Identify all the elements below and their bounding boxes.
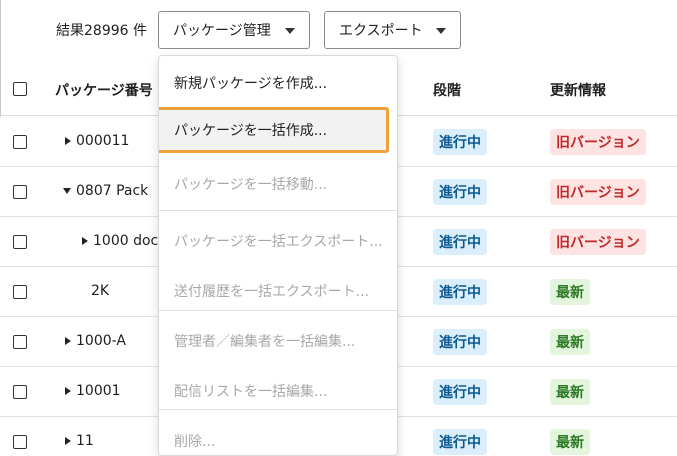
menu-item: 管理者／編集者を一括編集...: [159, 316, 397, 366]
menu-item[interactable]: パッケージを一括作成...: [159, 105, 397, 155]
stage-badge: 進行中: [433, 379, 487, 405]
row-checkbox[interactable]: [13, 185, 27, 199]
select-all-checkbox[interactable]: [13, 82, 27, 96]
menu-item: 送付履歴を一括エクスポート...: [159, 266, 397, 316]
update-info-badge: 旧バージョン: [550, 229, 646, 255]
package-number-cell[interactable]: 2K: [91, 283, 109, 299]
update-info-badge: 最新: [550, 379, 590, 405]
menu-item-label: 管理者／編集者を一括編集...: [174, 334, 356, 350]
package-management-dropdown: 新規パッケージを作成... パッケージを一括作成... パッケージを一括移動... パ…: [158, 55, 398, 456]
menu-item: 削除...: [159, 416, 397, 455]
column-header-package-number[interactable]: パッケージ番号: [55, 80, 153, 100]
package-number-cell[interactable]: 0807 Pack: [63, 183, 148, 199]
row-checkbox[interactable]: [13, 335, 27, 349]
stage-badge: 進行中: [433, 279, 487, 305]
caret-down-icon: [436, 28, 446, 34]
stage-badge: 進行中: [433, 129, 487, 155]
expand-down-icon[interactable]: [63, 188, 71, 194]
update-info-badge: 旧バージョン: [550, 179, 646, 205]
menu-separator: [159, 210, 397, 211]
package-number-text: 11: [76, 433, 94, 449]
export-label: エクスポート: [339, 23, 423, 39]
menu-item-label: パッケージを一括移動...: [174, 177, 328, 193]
package-number-text: 10001: [76, 383, 121, 399]
menu-item-label: 送付履歴を一括エクスポート...: [174, 284, 369, 300]
package-number-text: 1000 docu: [93, 233, 168, 249]
menu-item: パッケージを一括エクスポート...: [159, 216, 397, 266]
menu-item: 配信リストを一括編集...: [159, 366, 397, 416]
column-header-stage[interactable]: 段階: [433, 80, 461, 100]
menu-item-label: パッケージを一括エクスポート...: [174, 234, 383, 250]
stage-badge: 進行中: [433, 329, 487, 355]
package-number-text: 1000-A: [76, 333, 126, 349]
package-number-text: 2K: [91, 283, 110, 299]
row-checkbox[interactable]: [13, 435, 27, 449]
menu-item-label: パッケージを一括作成...: [174, 123, 328, 139]
expand-right-icon[interactable]: [65, 137, 71, 145]
menu-item-label: 配信リストを一括編集...: [174, 384, 328, 400]
column-header-update-info[interactable]: 更新情報: [550, 80, 606, 100]
package-management-button[interactable]: パッケージ管理: [158, 11, 310, 49]
update-info-badge: 最新: [550, 329, 590, 355]
menu-item: パッケージを一括移動...: [159, 159, 397, 209]
caret-down-icon: [285, 28, 295, 34]
expand-right-icon[interactable]: [65, 387, 71, 395]
result-count: 結果28996 件: [56, 23, 147, 39]
menu-item-label: 削除...: [174, 434, 216, 450]
package-number-cell[interactable]: 1000-A: [65, 333, 126, 349]
stage-badge: 進行中: [433, 179, 487, 205]
update-info-badge: 最新: [550, 279, 590, 305]
row-checkbox[interactable]: [13, 235, 27, 249]
expand-right-icon[interactable]: [65, 437, 71, 445]
expand-right-icon[interactable]: [65, 337, 71, 345]
row-checkbox[interactable]: [13, 135, 27, 149]
menu-item[interactable]: 新規パッケージを作成...: [159, 58, 397, 108]
package-number-cell[interactable]: 10001: [65, 383, 121, 399]
update-info-badge: 旧バージョン: [550, 129, 646, 155]
package-number-text: 0807 Pack: [76, 183, 149, 199]
row-checkbox[interactable]: [13, 285, 27, 299]
toolbar: 結果28996 件 パッケージ管理 エクスポート: [0, 0, 677, 60]
package-number-cell[interactable]: 000011: [65, 133, 129, 149]
update-info-badge: 最新: [550, 429, 590, 455]
menu-item-label: 新規パッケージを作成...: [174, 76, 328, 92]
stage-badge: 進行中: [433, 229, 487, 255]
package-number-cell[interactable]: 11: [65, 433, 94, 449]
package-number-text: 000011: [76, 133, 130, 149]
package-number-cell[interactable]: 1000 docu: [82, 233, 167, 249]
package-management-label: パッケージ管理: [173, 23, 271, 39]
export-button[interactable]: エクスポート: [324, 11, 461, 49]
stage-badge: 進行中: [433, 429, 487, 455]
expand-right-icon[interactable]: [82, 237, 88, 245]
row-checkbox[interactable]: [13, 385, 27, 399]
